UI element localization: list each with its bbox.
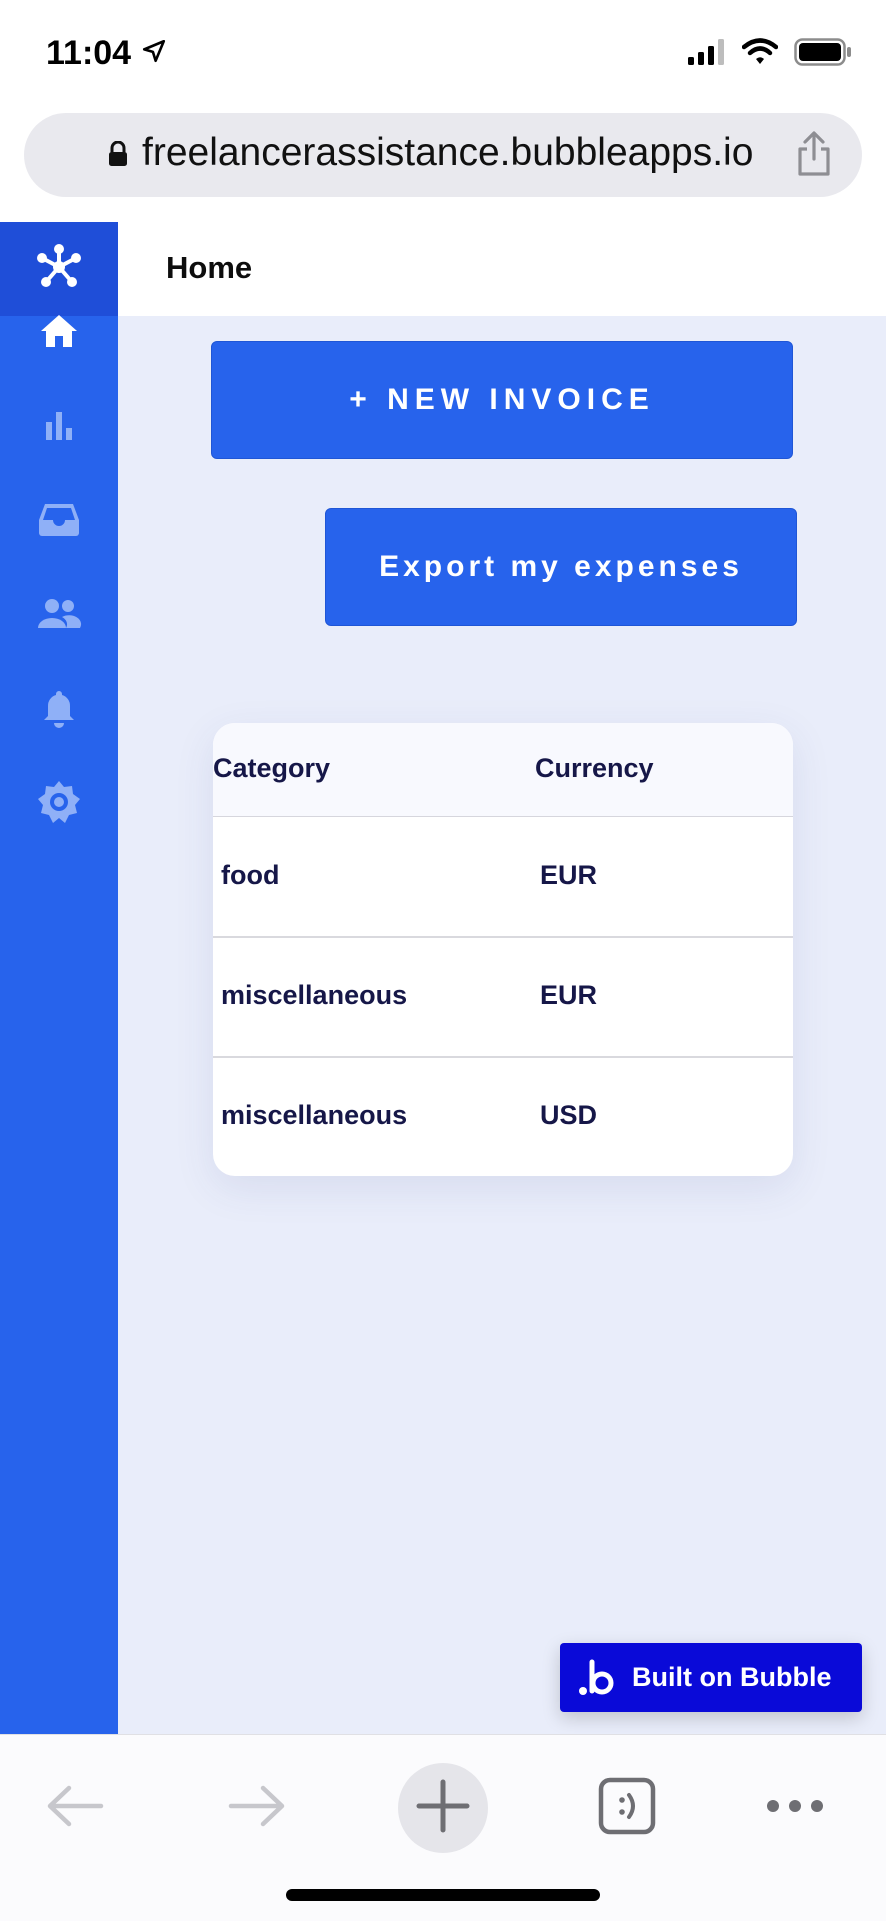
home-indicator[interactable] [286, 1889, 600, 1901]
arrow-right-icon [227, 1784, 287, 1833]
sidebar-item-home[interactable] [36, 310, 82, 356]
lock-icon [108, 140, 128, 172]
app-logo[interactable] [0, 222, 118, 316]
tabs-button[interactable] [582, 1763, 672, 1853]
export-expenses-button[interactable]: Export my expenses [325, 508, 797, 626]
column-header-currency[interactable]: Currency [535, 753, 654, 784]
home-icon [39, 313, 79, 354]
page-title: Home [166, 250, 253, 285]
sidebar [0, 222, 118, 1734]
cellular-signal-icon [688, 39, 726, 70]
back-button[interactable] [30, 1763, 120, 1853]
status-time-group: 11:04 [46, 34, 167, 73]
arrow-left-icon [45, 1784, 105, 1833]
bell-icon [42, 688, 76, 733]
status-bar: 11:04 [0, 0, 886, 110]
battery-icon [794, 38, 852, 71]
network-logo-icon [34, 242, 84, 297]
share-icon[interactable] [796, 131, 832, 182]
cell-currency: EUR [540, 980, 598, 1010]
cell-currency: EUR [540, 860, 598, 890]
forward-button[interactable] [212, 1763, 302, 1853]
sidebar-item-inbox[interactable] [36, 499, 82, 545]
status-time: 11:04 [46, 34, 132, 72]
inbox-icon [38, 502, 80, 543]
people-icon [36, 598, 82, 635]
bar-chart-icon [43, 410, 75, 447]
cell-category: miscellaneous [221, 980, 408, 1010]
table-row[interactable]: miscellaneous USD [213, 1056, 793, 1176]
status-icons [688, 38, 852, 71]
new-invoice-button[interactable]: + NEW INVOICE [211, 341, 793, 459]
settings-icon [37, 780, 81, 829]
sidebar-item-notifications[interactable] [36, 687, 82, 733]
built-on-bubble-badge[interactable]: Built on Bubble [560, 1643, 862, 1712]
plus-icon [415, 1778, 471, 1839]
location-arrow-icon [141, 38, 167, 69]
table-row[interactable]: food EUR [213, 816, 793, 938]
expenses-table: Category Currency food EUR miscellaneous… [213, 723, 793, 1176]
address-bar[interactable]: freelancerassistance.bubbleapps.io [24, 113, 862, 197]
more-dots-icon [763, 1796, 827, 1821]
table-row[interactable]: miscellaneous EUR [213, 936, 793, 1058]
cell-category: miscellaneous [221, 1100, 408, 1130]
sidebar-item-settings[interactable] [36, 780, 82, 829]
main-content: + NEW INVOICE Export my expenses Categor… [118, 316, 886, 1734]
cell-category: food [221, 860, 280, 890]
wifi-icon [741, 38, 779, 71]
page-header: Home [118, 222, 886, 316]
new-tab-button[interactable] [398, 1763, 488, 1853]
table-header: Category Currency [213, 723, 793, 817]
bubble-logo-icon [576, 1656, 620, 1700]
tabs-icon [598, 1777, 656, 1840]
built-on-bubble-label: Built on Bubble [632, 1662, 832, 1692]
sidebar-item-stats[interactable] [36, 405, 82, 451]
url-text[interactable]: freelancerassistance.bubbleapps.io [142, 131, 753, 175]
column-header-category[interactable]: Category [213, 753, 330, 784]
sidebar-item-clients[interactable] [36, 593, 82, 639]
cell-currency: USD [540, 1100, 598, 1130]
more-options-button[interactable] [750, 1763, 840, 1853]
